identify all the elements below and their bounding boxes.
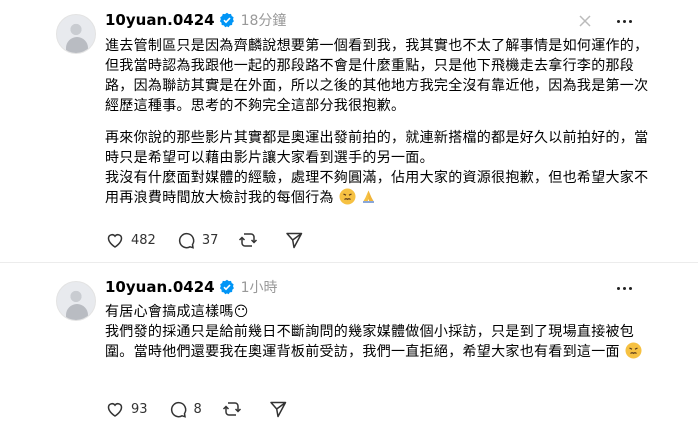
comment-icon — [170, 401, 186, 418]
persevering-face-emoji-icon — [625, 342, 642, 359]
post-paragraph: 再來你說的那些影片其實都是奧運出發前拍的，就連新搭檔的都是好久以前拍好的，當時只… — [105, 130, 649, 166]
repost-icon — [222, 402, 241, 416]
post-header: 10yuan.0424 1小時 — [105, 276, 278, 298]
thread-post-1: 10yuan.0424 18分鐘 進去管制區只是因為齊麟說想要第一個看到我，我其… — [0, 0, 698, 262]
post-time: 18分鐘 — [240, 13, 287, 29]
repost-button[interactable] — [238, 230, 264, 250]
avatar[interactable] — [56, 14, 96, 54]
avatar[interactable] — [56, 281, 96, 321]
more-options-icon[interactable] — [613, 10, 635, 32]
folded-hands-emoji-icon — [363, 190, 375, 203]
repost-button[interactable] — [222, 399, 248, 419]
share-button[interactable] — [268, 399, 294, 419]
repost-icon — [239, 233, 258, 247]
username[interactable]: 10yuan.0424 — [105, 278, 215, 296]
heart-icon — [107, 403, 123, 417]
post-actions: 93 8 — [105, 397, 314, 421]
comment-count: 37 — [201, 232, 219, 248]
persevering-face-emoji-icon — [339, 188, 356, 205]
username[interactable]: 10yuan.0424 — [105, 11, 215, 29]
heart-icon — [107, 234, 123, 248]
post-paragraph: 有居心會搞成這樣嗎😶 — [105, 304, 249, 320]
like-button[interactable]: 482 — [105, 230, 156, 250]
like-count: 482 — [131, 232, 156, 248]
close-icon[interactable] — [574, 10, 596, 32]
comment-count: 8 — [193, 401, 202, 417]
post-paragraph: 進去管制區只是因為齊麟說想要第一個看到我，我其實也不太了解事情是如何運作的，但我… — [105, 38, 649, 114]
post-time: 1小時 — [240, 280, 278, 296]
post-body: 進去管制區只是因為齊麟說想要第一個看到我，我其實也不太了解事情是如何運作的，但我… — [105, 36, 650, 208]
verified-badge-icon — [219, 279, 234, 295]
comment-icon — [178, 232, 195, 249]
comment-button[interactable]: 37 — [176, 230, 219, 250]
more-options-icon[interactable] — [613, 277, 635, 299]
post-body: 有居心會搞成這樣嗎😶 我們發的採通只是給前幾日不斷詢問的幾家媒體做個小採訪，只是… — [105, 302, 650, 362]
post-paragraph: 我們發的採通只是給前幾日不斷詢問的幾家媒體做個小採訪，只是到了現場直接被包圍。當… — [105, 322, 650, 362]
like-button[interactable]: 93 — [105, 399, 148, 419]
post-actions: 482 37 — [105, 228, 330, 252]
share-button[interactable] — [284, 230, 310, 250]
thread-post-2: 10yuan.0424 1小時 有居心會搞成這樣嗎😶 我們發的採通只是給前幾日不… — [0, 262, 698, 426]
verified-badge-icon — [219, 12, 234, 28]
send-icon — [270, 401, 287, 418]
send-icon — [286, 232, 303, 249]
post-paragraph: 我沒有什麼面對媒體的經驗，處理不夠圓滿，佔用大家的資源很抱歉，但也希望大家不用再… — [105, 170, 649, 206]
comment-button[interactable]: 8 — [168, 399, 202, 419]
post-header: 10yuan.0424 18分鐘 — [105, 9, 286, 31]
like-count: 93 — [131, 401, 148, 417]
